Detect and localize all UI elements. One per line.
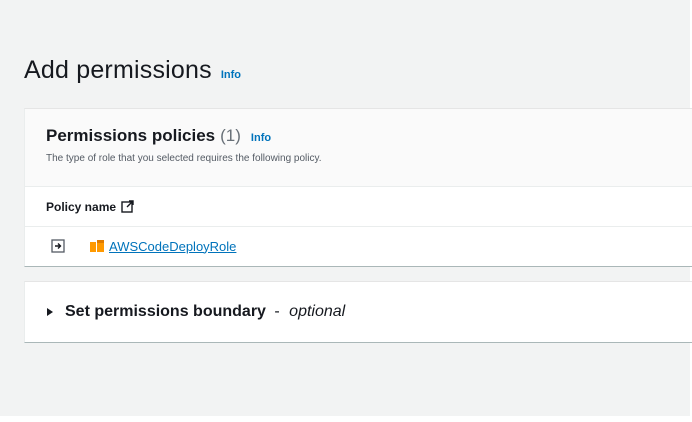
permissions-boundary-expander[interactable]: Set permissions boundary - optional — [24, 281, 692, 343]
column-header-label: Policy name — [46, 199, 117, 214]
panel-info-link[interactable]: Info — [251, 132, 271, 144]
expand-row-icon[interactable] — [51, 239, 65, 253]
panel-header: Permissions policies (1) Info The type o… — [25, 109, 692, 187]
page-background: Add permissions Info Permissions policie… — [0, 0, 692, 416]
policy-name-link[interactable]: AWSCodeDeployRole — [109, 239, 236, 254]
panel-description: The type of role that you selected requi… — [46, 153, 322, 164]
panel-title-row: Permissions policies (1) Info — [46, 126, 692, 146]
policy-name-column-header: Policy name — [25, 187, 692, 227]
policy-count: (1) — [220, 126, 241, 145]
panel-title: Permissions policies — [46, 126, 216, 145]
boundary-dash: - — [274, 303, 280, 320]
optional-label: optional — [289, 303, 346, 320]
aws-managed-policy-icon — [89, 239, 105, 253]
permissions-policies-panel: Permissions policies (1) Info The type o… — [24, 108, 692, 267]
table-row: AWSCodeDeployRole — [25, 227, 692, 265]
page-title: Add permissions — [24, 56, 212, 84]
page-header: Add permissions Info — [24, 56, 241, 85]
page-info-link[interactable]: Info — [221, 69, 241, 81]
boundary-title: Set permissions boundary — [65, 303, 266, 320]
boundary-label: Set permissions boundary - optional — [65, 303, 345, 321]
external-link-icon[interactable] — [121, 200, 134, 213]
caret-right-icon — [46, 307, 54, 317]
